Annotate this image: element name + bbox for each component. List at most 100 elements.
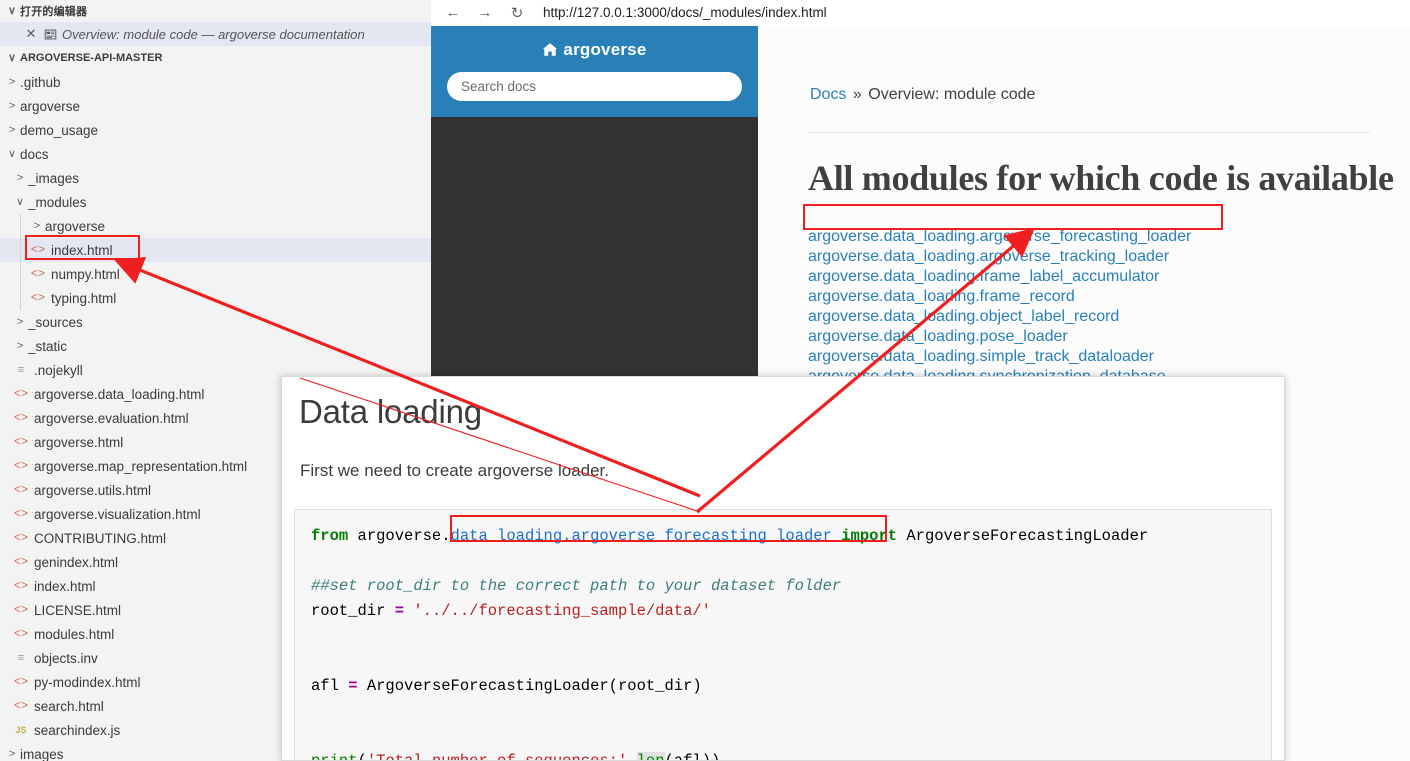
tree-row-label: LICENSE.html [34,602,122,618]
open-editors-section-header[interactable]: ∨ 打开的编辑器 [0,0,431,22]
module-link[interactable]: argoverse.data_loading.frame_record [808,287,1410,307]
tree-row-label: CONTRIBUTING.html [34,530,167,546]
open-editors-label: 打开的编辑器 [20,6,88,18]
code-print-string: 'Total number of sequences:' [366,752,628,761]
html-file-icon: <> [13,531,29,545]
docs-brand-label: argoverse [563,40,647,59]
breadcrumb: Docs » Overview: module code [758,26,1410,104]
tree-row[interactable]: ∨ docs [0,142,431,166]
tree-row-label: argoverse.map_representation.html [34,458,248,474]
workspace-root-row[interactable]: ∨ ARGOVERSE-API-MASTER [0,46,431,70]
html-file-icon: <> [13,435,29,449]
code-print-tail: (afl)) [664,752,721,761]
code-imported-symbol: ArgoverseForecastingLoader [897,527,1149,545]
tree-row-label: docs [20,146,49,162]
plain-file-icon: ≡ [17,364,25,376]
module-link[interactable]: argoverse.data_loading.simple_track_data… [808,347,1410,367]
tree-row[interactable]: <> index.html [0,238,431,262]
arrow-left-icon[interactable]: ← [437,1,469,25]
tree-indent-guide [20,262,21,286]
html-file-icon: <> [13,675,29,689]
tree-row-label: demo_usage [20,122,99,138]
chevron-down-icon: ∨ [7,4,17,17]
html-file-icon: <> [13,603,29,617]
code-operator-equals: = [348,677,358,695]
module-link[interactable]: argoverse.data_loading.argoverse_trackin… [808,247,1410,267]
page-title: All modules for which code is available [808,158,1394,198]
chevron-right-icon[interactable]: > [4,122,20,138]
tree-row-label: _static [28,338,68,354]
notebook-code-cell[interactable]: from argoverse.data_loading.argoverse_fo… [294,509,1272,761]
chevron-right-icon[interactable]: > [4,746,20,761]
tree-row-label: _modules [28,194,87,210]
close-icon[interactable]: ✕ [22,26,40,42]
tree-row[interactable]: <> numpy.html [0,262,431,286]
docs-sidebar-header: argoverse [431,26,758,117]
tree-row[interactable]: > argoverse [0,214,431,238]
tree-row[interactable]: ∨ _modules [0,190,431,214]
tree-row[interactable]: > _sources [0,310,431,334]
tree-row[interactable]: <> typing.html [0,286,431,310]
breadcrumb-separator: » [852,86,862,103]
chevron-right-icon[interactable]: > [12,338,28,354]
tree-row-label: index.html [34,578,96,594]
html-file-icon: <> [13,411,29,425]
search-input[interactable] [447,72,742,101]
open-editor-tab[interactable]: ✕ Overview: module code — argoverse docu… [0,22,431,46]
tree-row-label: images [20,746,64,761]
breadcrumb-current: Overview: module code [868,86,1036,103]
chevron-down-icon: ∨ [7,51,17,64]
html-file-icon: <> [30,291,46,305]
home-icon [542,40,563,59]
tree-indent-guide [20,214,21,238]
notebook-overlay-panel: Data loading First we need to create arg… [281,376,1285,761]
tree-row-label: _sources [28,314,83,330]
notebook-paragraph: First we need to create argoverse loader… [300,461,609,480]
tree-row[interactable]: > _images [0,166,431,190]
tree-row[interactable]: > .github [0,70,431,94]
tree-indent-guide [20,238,21,262]
code-operator-equals: = [394,602,405,620]
html-file-icon: <> [13,555,29,569]
chevron-down-icon[interactable]: ∨ [4,146,20,162]
open-editor-tab-label: Overview: module code — argoverse docume… [62,26,365,42]
code-module-path: data_loading.argoverse_forecasting_loade… [450,527,832,545]
breadcrumb-root-link[interactable]: Docs [810,86,846,103]
reload-icon[interactable]: ↻ [501,1,533,25]
chevron-right-icon[interactable]: > [4,98,20,114]
docs-brand-link[interactable]: argoverse [431,40,758,60]
module-link[interactable]: argoverse.data_loading.pose_loader [808,327,1410,347]
tree-row-label: argoverse.evaluation.html [34,410,189,426]
html-file-icon: <> [30,243,46,257]
chevron-right-icon[interactable]: > [29,218,45,234]
tree-row-label: argoverse [20,98,81,114]
chevron-right-icon[interactable]: > [4,74,20,90]
tree-row-label: index.html [51,242,113,258]
html-file-icon: <> [13,483,29,497]
chevron-right-icon[interactable]: > [12,170,28,186]
chevron-right-icon[interactable]: > [12,314,28,330]
module-link[interactable]: argoverse.data_loading.frame_label_accum… [808,267,1410,287]
html-file-icon: <> [13,579,29,593]
code-loader-call: ArgoverseForecastingLoader(root_dir) [357,677,702,695]
tree-row-label: typing.html [51,290,117,306]
js-file-icon: JS [15,725,27,735]
html-file-icon: <> [13,627,29,641]
plain-file-icon: ≡ [17,652,25,664]
tree-row[interactable]: > argoverse [0,94,431,118]
tree-row-label: search.html [34,698,104,714]
tree-row-label: numpy.html [51,266,120,282]
chevron-down-icon[interactable]: ∨ [12,194,28,210]
tree-row[interactable]: > demo_usage [0,118,431,142]
code-package: argoverse. [348,527,451,545]
module-link[interactable]: argoverse.data_loading.object_label_reco… [808,307,1410,327]
tree-row-label: modules.html [34,626,115,642]
tree-row-label: genindex.html [34,554,119,570]
address-bar[interactable]: http://127.0.0.1:3000/docs/_modules/inde… [543,5,827,20]
html-file-icon: <> [13,507,29,521]
code-keyword-from: from [311,527,349,545]
html-file-icon: <> [30,267,46,281]
module-link[interactable]: argoverse.data_loading.argoverse_forecas… [808,227,1410,247]
arrow-right-icon[interactable]: → [469,1,501,25]
tree-row[interactable]: > _static [0,334,431,358]
